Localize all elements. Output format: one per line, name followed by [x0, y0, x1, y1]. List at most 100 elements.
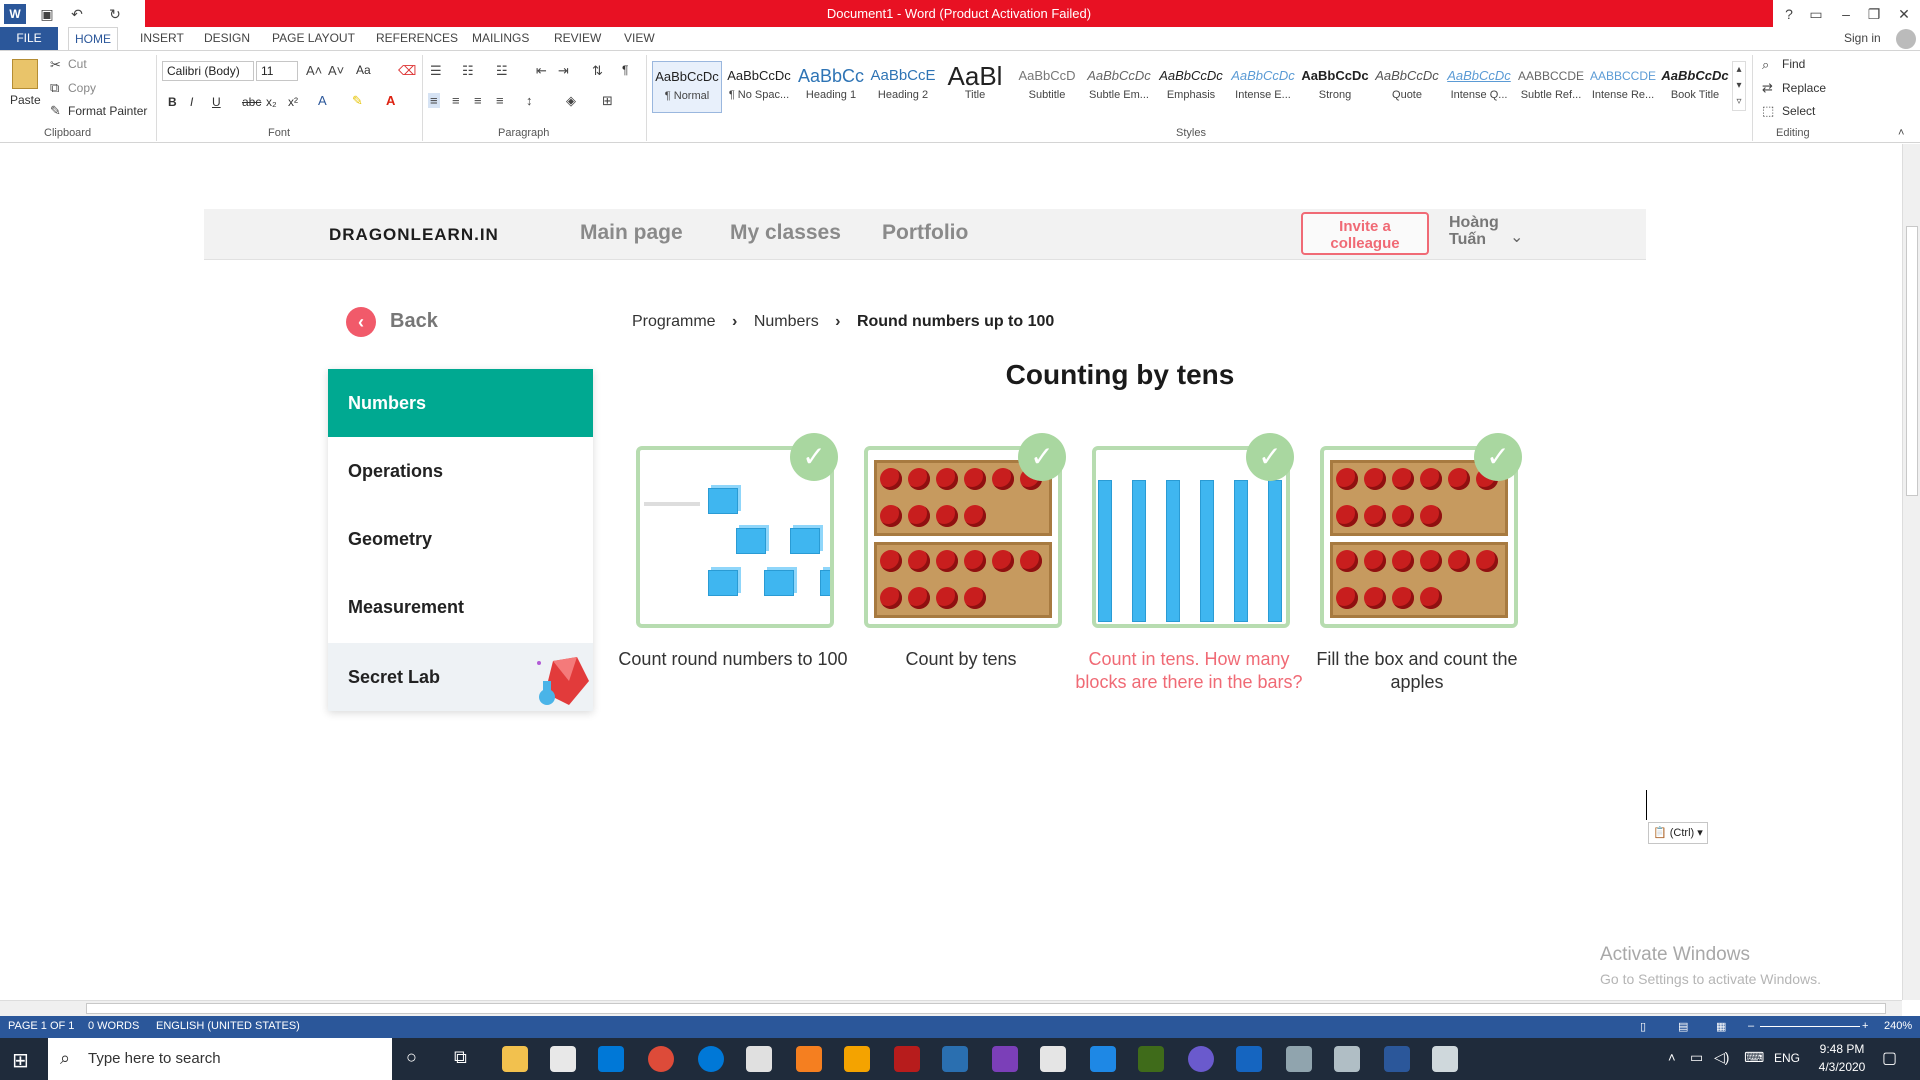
show-formatting-button[interactable]: ¶	[622, 63, 628, 77]
clear-formatting-icon[interactable]: ⌫	[398, 63, 416, 79]
mail-icon[interactable]	[550, 1046, 576, 1072]
chrome-icon[interactable]	[648, 1046, 674, 1072]
zoom-level[interactable]: 240%	[1884, 1020, 1912, 1032]
justify-icon[interactable]: ≡	[496, 93, 504, 108]
network-icon[interactable]: ▭	[1690, 1049, 1703, 1066]
site-logo[interactable]: DRAGONLEARN.IN	[329, 225, 499, 245]
borders-icon[interactable]: ⊞	[602, 93, 613, 109]
app-icon[interactable]	[1334, 1046, 1360, 1072]
word-count[interactable]: 0 WORDS	[88, 1020, 139, 1032]
sort-icon[interactable]: ⇅	[592, 63, 603, 79]
tab-references[interactable]: REFERENCES	[370, 27, 464, 50]
style-book-title[interactable]: AaBbCcDc Book Title	[1660, 61, 1730, 113]
app-icon[interactable]	[1188, 1046, 1214, 1072]
style-no-spacing[interactable]: AaBbCcDc ¶ No Spac...	[724, 61, 794, 113]
help-button[interactable]: ?	[1778, 4, 1800, 24]
text-effects-icon[interactable]: A	[318, 93, 327, 108]
chevron-down-icon[interactable]: ⌄	[1510, 227, 1523, 247]
app-icon[interactable]	[894, 1046, 920, 1072]
windows-start-icon[interactable]: ⊞	[12, 1048, 29, 1073]
paste-button[interactable]: Paste	[10, 93, 41, 107]
italic-button[interactable]: I	[190, 95, 193, 109]
paint-icon[interactable]	[1286, 1046, 1312, 1072]
superscript-button[interactable]: x²	[288, 95, 298, 109]
task-view-icon[interactable]: ⧉	[454, 1047, 467, 1068]
style-intense-emphasis[interactable]: AaBbCcDc Intense E...	[1228, 61, 1298, 113]
copy-button[interactable]: Copy	[68, 81, 96, 95]
taskbar-search[interactable]: Type here to search	[48, 1038, 392, 1080]
lesson-label[interactable]: Count round numbers to 100	[618, 648, 848, 671]
sublime-icon[interactable]	[844, 1046, 870, 1072]
highlight-icon[interactable]: ✎	[352, 93, 363, 109]
style-intense-quote[interactable]: AaBbCcDc Intense Q...	[1444, 61, 1514, 113]
font-color-icon[interactable]: A	[386, 93, 395, 108]
sidebar-item-geometry[interactable]: Geometry	[328, 505, 593, 573]
clock-time[interactable]: 9:48 PM	[1812, 1042, 1872, 1056]
edge-icon[interactable]	[698, 1046, 724, 1072]
bold-button[interactable]: B	[168, 95, 177, 109]
notifications-icon[interactable]: ▢	[1882, 1048, 1897, 1068]
ribbon-display-icon[interactable]: ▭	[1805, 4, 1827, 24]
invite-colleague-button[interactable]: Invite a colleague	[1301, 212, 1429, 255]
shading-icon[interactable]: ◈	[566, 93, 576, 109]
style-strong[interactable]: AaBbCcDc Strong	[1300, 61, 1370, 113]
font-family-select[interactable]: Calibri (Body)	[162, 61, 254, 81]
style-title[interactable]: AaBl Title	[940, 61, 1010, 113]
keyboard-icon[interactable]: ⌨	[1744, 1049, 1764, 1066]
zoom-in-icon[interactable]: +	[1862, 1020, 1868, 1032]
tab-review[interactable]: REVIEW	[548, 27, 607, 50]
avatar[interactable]	[1896, 29, 1916, 49]
numbering-icon[interactable]: ☷	[462, 63, 474, 79]
close-button[interactable]: ✕	[1893, 4, 1915, 24]
tab-mailings[interactable]: MAILINGS	[466, 27, 535, 50]
scroll-thumb[interactable]	[1906, 226, 1918, 496]
dreamweaver-icon[interactable]	[1138, 1046, 1164, 1072]
copy-icon[interactable]: ⧉	[50, 80, 59, 96]
visual-studio-icon[interactable]	[992, 1046, 1018, 1072]
cortana-icon[interactable]: ○	[406, 1047, 417, 1068]
restore-button[interactable]: ❐	[1863, 4, 1885, 24]
word-taskbar-icon[interactable]	[1384, 1046, 1410, 1072]
zoom-slider[interactable]	[1760, 1026, 1860, 1027]
replace-button[interactable]: Replace	[1782, 81, 1826, 95]
find-icon[interactable]: ⌕	[1762, 57, 1769, 73]
tab-file[interactable]: FILE	[0, 27, 58, 50]
style-normal[interactable]: AaBbCcDc ¶ Normal	[652, 61, 722, 113]
print-layout-icon[interactable]: ▤	[1678, 1020, 1688, 1033]
vscode-icon[interactable]	[1090, 1046, 1116, 1072]
tab-page-layout[interactable]: PAGE LAYOUT	[266, 27, 361, 50]
style-intense-reference[interactable]: AABBCCDE Intense Re...	[1588, 61, 1658, 113]
tray-overflow-icon[interactable]: ˄	[1668, 1050, 1676, 1065]
unity-icon[interactable]	[1040, 1046, 1066, 1072]
find-button[interactable]: Find	[1782, 57, 1805, 71]
select-button[interactable]: Select	[1782, 104, 1815, 118]
scroll-thumb[interactable]	[86, 1003, 1886, 1014]
tab-design[interactable]: DESIGN	[198, 27, 256, 50]
vertical-scrollbar[interactable]	[1902, 144, 1920, 1000]
zoom-out-icon[interactable]: –	[1748, 1020, 1754, 1032]
save-icon[interactable]: ▣	[36, 4, 58, 24]
lesson-label[interactable]: Fill the box and count the apples	[1302, 648, 1532, 694]
paste-icon[interactable]	[12, 59, 38, 89]
read-mode-icon[interactable]: ▯	[1640, 1020, 1646, 1033]
back-arrow-icon[interactable]: ‹	[346, 307, 376, 337]
tab-insert[interactable]: INSERT	[134, 27, 190, 50]
sign-in-link[interactable]: Sign in	[1838, 27, 1887, 50]
web-layout-icon[interactable]: ▦	[1716, 1020, 1726, 1033]
user-menu[interactable]: Hoàng Tuấn	[1449, 214, 1499, 248]
nav-portfolio[interactable]: Portfolio	[882, 221, 968, 245]
breadcrumb-numbers[interactable]: Numbers	[754, 313, 819, 330]
tab-home[interactable]: HOME	[68, 27, 118, 50]
increase-indent-icon[interactable]: ⇥	[558, 63, 569, 79]
align-right-icon[interactable]: ≡	[474, 93, 482, 108]
bullets-icon[interactable]: ☰	[430, 63, 442, 79]
undo-icon[interactable]: ↶	[66, 4, 88, 24]
cut-button[interactable]: Cut	[68, 57, 87, 71]
strikethrough-button[interactable]: abc	[242, 95, 261, 109]
select-icon[interactable]: ⬚	[1762, 103, 1774, 119]
collapse-ribbon-icon[interactable]: ˄	[1898, 127, 1904, 139]
nav-main-page[interactable]: Main page	[580, 221, 683, 245]
change-case-button[interactable]: Aa	[356, 63, 371, 77]
style-quote[interactable]: AaBbCcDc Quote	[1372, 61, 1442, 113]
font-size-select[interactable]: 11	[256, 61, 298, 81]
